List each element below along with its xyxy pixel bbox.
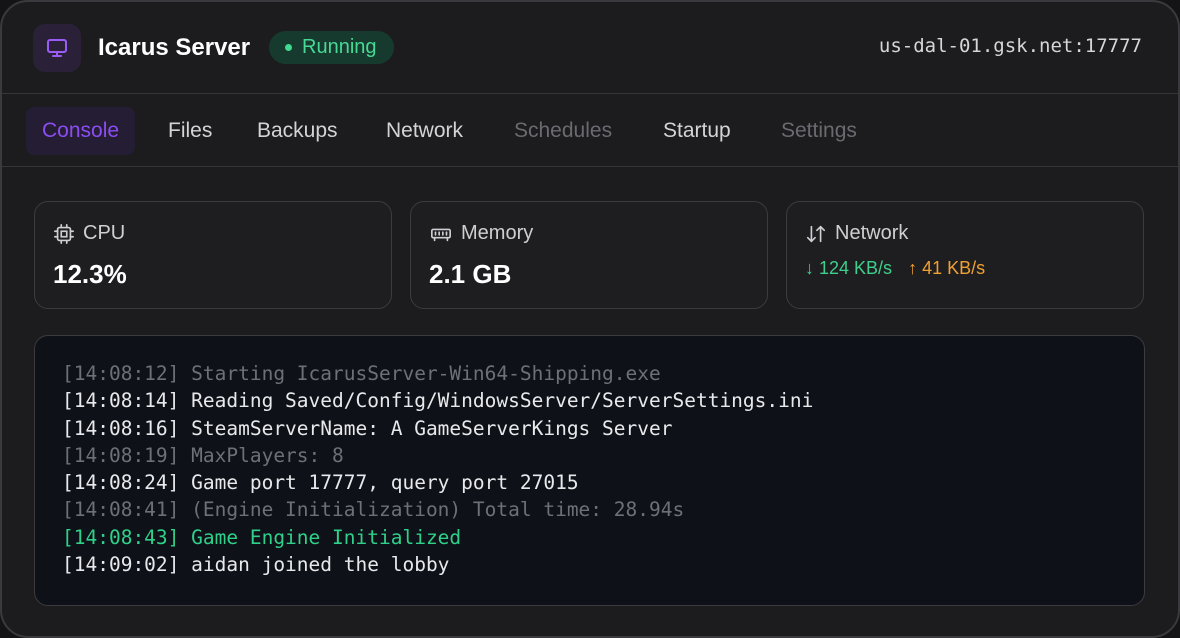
memory-value: 2.1 GB (429, 259, 512, 289)
arrow-down-icon: ↓ (805, 258, 820, 278)
download-value: 124 KB/s (819, 258, 893, 278)
download-rate: ↓ 124 KB/s (805, 258, 892, 279)
log-line: [14:08:41] (Engine Initialization) Total… (62, 498, 685, 522)
arrow-up-icon: ↑ (908, 258, 923, 278)
upload-value: 41 KB/s (922, 258, 986, 278)
memory-card: Memory 2.1 GB (410, 201, 768, 309)
memory-icon (431, 228, 451, 241)
network-card-label: Network (805, 222, 908, 245)
log-line: [14:08:14] Reading Saved/Config/WindowsS… (62, 389, 814, 413)
log-line: [14:08:19] MaxPlayers: 8 (62, 443, 344, 467)
tab-startup[interactable]: Startup (647, 107, 747, 155)
tab-bar: Console Files Backups Network Schedules … (2, 95, 1178, 167)
network-label: Network (835, 222, 909, 244)
network-card: Network ↓ 124 KB/s ↑ 41 KB/s (786, 201, 1144, 309)
status-dot-icon (285, 44, 292, 51)
cpu-icon (54, 223, 74, 244)
cpu-value: 12.3% (53, 259, 127, 289)
cpu-label: CPU (83, 222, 126, 244)
tab-console[interactable]: Console (26, 107, 136, 155)
server-address[interactable]: us-dal-01.gsk.net:17777 (879, 35, 1142, 57)
log-line: [14:08:43] Game Engine Initialized (62, 525, 462, 549)
server-header: Icarus Server Running us-dal-01.gsk.net:… (2, 2, 1178, 94)
cpu-card: CPU 12.3% (34, 201, 392, 309)
server-title: Icarus Server (98, 34, 251, 61)
console-output[interactable]: [14:08:12] Starting IcarusServer-Win64-S… (34, 335, 1145, 606)
log-line: [14:09:02] aidan joined the lobby (62, 553, 450, 577)
status-badge: Running (269, 31, 394, 64)
cpu-card-label: CPU (53, 222, 125, 245)
log-line: [14:08:16] SteamServerName: A GameServer… (62, 416, 673, 440)
log-line: [14:08:24] Game port 17777, query port 2… (62, 471, 579, 495)
upload-rate: ↑ 41 KB/s (908, 258, 985, 279)
tab-files[interactable]: Files (152, 107, 228, 155)
memory-label: Memory (461, 222, 534, 244)
status-text: Running (302, 36, 377, 58)
tab-settings[interactable]: Settings (765, 107, 873, 155)
tab-network[interactable]: Network (370, 107, 479, 155)
network-values: ↓ 124 KB/s ↑ 41 KB/s (805, 258, 985, 279)
tab-schedules[interactable]: Schedules (498, 107, 628, 155)
network-arrows-icon (806, 225, 826, 242)
server-panel: Icarus Server Running us-dal-01.gsk.net:… (0, 0, 1180, 638)
tab-backups[interactable]: Backups (241, 107, 354, 155)
monitor-icon (33, 24, 81, 72)
memory-card-label: Memory (429, 222, 533, 245)
log-line: [14:08:12] Starting IcarusServer-Win64-S… (62, 362, 661, 385)
